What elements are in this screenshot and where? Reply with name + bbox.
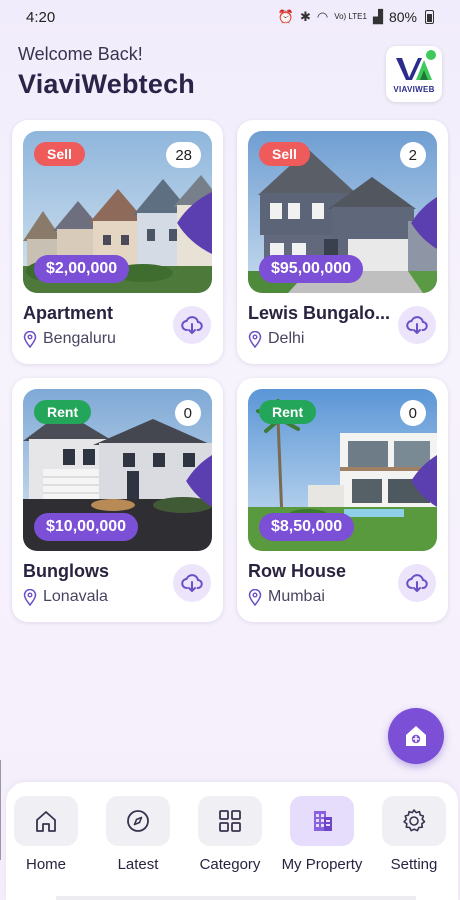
cloud-download-button[interactable] — [398, 564, 436, 602]
nav-icon-box — [382, 796, 446, 846]
location-text: Delhi — [268, 330, 305, 347]
battery-icon — [425, 10, 434, 24]
home-icon — [36, 811, 56, 832]
gear-icon — [403, 809, 426, 832]
eye-icon — [185, 454, 212, 508]
brand-title: ViaviWebtech — [18, 69, 195, 99]
nav-label: Latest — [117, 856, 159, 873]
property-card[interactable]: Sell 28 $2,00,000 Apartment Bengaluru — [12, 120, 223, 364]
listing-type-badge: Rent — [34, 400, 92, 424]
add-home-icon — [406, 726, 426, 746]
location-text: Lonavala — [43, 588, 108, 605]
property-card[interactable]: Rent 0 $10,00,000 Bunglows Lonavala — [12, 378, 223, 622]
compass-icon — [127, 810, 149, 832]
status-bar: 4:20 ⏰ ✱ ◠ Vo) LTE1 ▟ 80% — [0, 0, 460, 34]
cloud-download-icon — [181, 316, 203, 334]
location-pin-icon — [248, 588, 262, 606]
home-indicator — [56, 896, 416, 900]
alarm-icon: ⏰ — [277, 9, 294, 24]
battery-percent: 80% — [388, 9, 417, 25]
view-count: 28 — [166, 142, 212, 254]
brand-logo[interactable]: VIAVIWEB — [386, 46, 442, 102]
view-count: 0 — [399, 400, 437, 508]
cloud-download-button[interactable] — [173, 306, 211, 344]
property-grid: Sell 28 $2,00,000 Apartment Bengaluru Se… — [12, 120, 448, 622]
nav-item-latest[interactable]: Latest — [92, 796, 184, 873]
nav-icon-box — [14, 796, 78, 846]
location-pin-icon — [23, 588, 37, 606]
bluetooth-icon: ✱ — [299, 9, 311, 24]
cloud-download-icon — [406, 574, 428, 592]
add-property-button[interactable] — [388, 708, 444, 764]
price-tag: $8,50,000 — [259, 513, 355, 541]
status-time: 4:20 — [26, 8, 56, 26]
location-pin-icon — [248, 330, 262, 348]
nav-icon-box-active — [290, 796, 354, 846]
cloud-download-button[interactable] — [173, 564, 211, 602]
status-icons: ⏰ ✱ ◠ Vo) LTE1 ▟ 80% — [278, 9, 434, 25]
bottom-nav: Home Latest Category My Property Setting — [6, 782, 458, 900]
price-tag: $2,00,000 — [34, 255, 130, 283]
welcome-text: Welcome Back! — [18, 44, 143, 64]
nav-icon-box — [198, 796, 262, 846]
nav-item-category[interactable]: Category — [184, 796, 276, 873]
cloud-download-icon — [406, 316, 428, 334]
property-card[interactable]: Rent 0 $8,50,000 Row House Mumbai — [237, 378, 448, 622]
property-photo: Rent 0 $8,50,000 — [248, 389, 437, 551]
nav-item-setting[interactable]: Setting — [368, 796, 460, 873]
nav-label: My Property — [281, 856, 363, 873]
cloud-download-icon — [181, 574, 203, 592]
view-count: 2 — [399, 142, 437, 250]
location-pin-icon — [23, 330, 37, 348]
property-card[interactable]: Sell 2 $95,00,000 Lewis Bungalo... Delhi — [237, 120, 448, 364]
wifi-icon: ◠ — [316, 9, 329, 24]
nav-label: Category — [199, 856, 261, 873]
logo-dot — [426, 50, 436, 60]
location-text: Bengaluru — [43, 330, 116, 347]
logo-text: VIAVIWEB — [393, 85, 435, 94]
listing-type-badge: Sell — [259, 142, 310, 166]
header: Welcome Back! ViaviWebtech VIAVIWEB — [18, 44, 442, 108]
network-label: Vo) LTE1 — [334, 12, 367, 21]
property-title: Bunglows — [23, 561, 109, 581]
nav-item-home[interactable]: Home — [0, 796, 92, 873]
nav-icon-box — [106, 796, 170, 846]
nav-label: Setting — [390, 856, 438, 873]
price-tag: $95,00,000 — [259, 255, 364, 283]
property-title: Row House — [248, 561, 347, 581]
building-icon — [314, 811, 332, 831]
property-photo: Sell 28 $2,00,000 — [23, 131, 212, 293]
property-title: Lewis Bungalo... — [248, 303, 391, 323]
view-count: 0 — [174, 400, 212, 508]
listing-type-badge: Rent — [259, 400, 317, 424]
eye-icon — [177, 192, 212, 254]
nav-item-my-property[interactable]: My Property — [276, 796, 368, 873]
property-photo: Sell 2 $95,00,000 — [248, 131, 437, 293]
property-title: Apartment — [23, 303, 114, 323]
signal-icon: ▟ — [372, 9, 383, 24]
eye-icon — [410, 196, 437, 250]
location-text: Mumbai — [268, 588, 325, 605]
price-tag: $10,00,000 — [34, 513, 139, 541]
nav-label: Home — [25, 856, 66, 873]
grid-icon — [219, 810, 241, 832]
cloud-download-button[interactable] — [398, 306, 436, 344]
property-photo: Rent 0 $10,00,000 — [23, 389, 212, 551]
eye-icon — [410, 454, 437, 508]
listing-type-badge: Sell — [34, 142, 85, 166]
